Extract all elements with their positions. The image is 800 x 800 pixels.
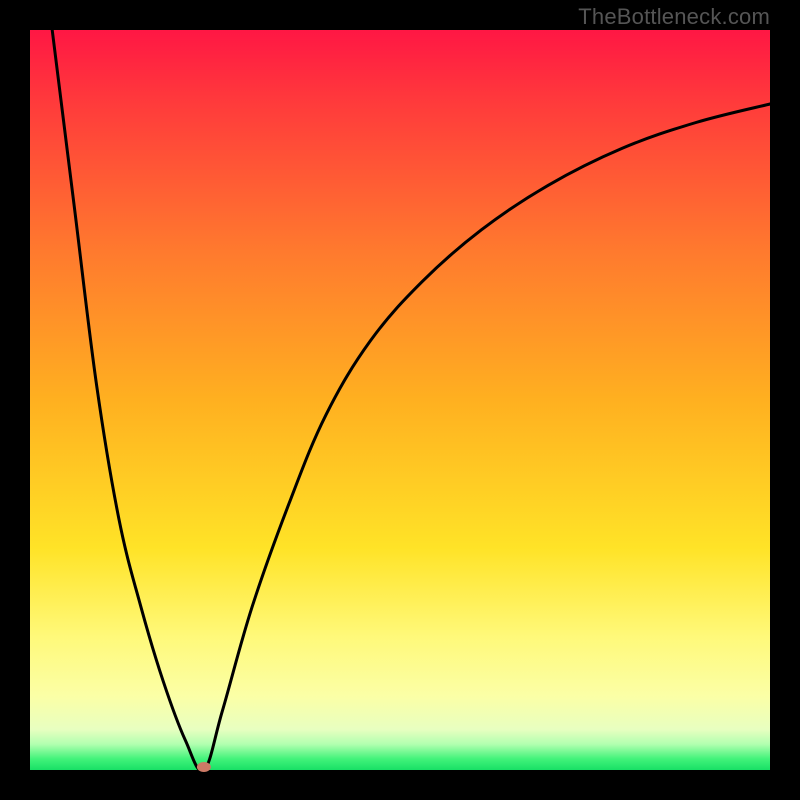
- plot-svg: [30, 30, 770, 770]
- optimal-point-marker: [197, 762, 211, 772]
- plot-area: [30, 30, 770, 770]
- chart-frame: TheBottleneck.com: [0, 0, 800, 800]
- gradient-background: [30, 30, 770, 770]
- watermark-label: TheBottleneck.com: [578, 4, 770, 30]
